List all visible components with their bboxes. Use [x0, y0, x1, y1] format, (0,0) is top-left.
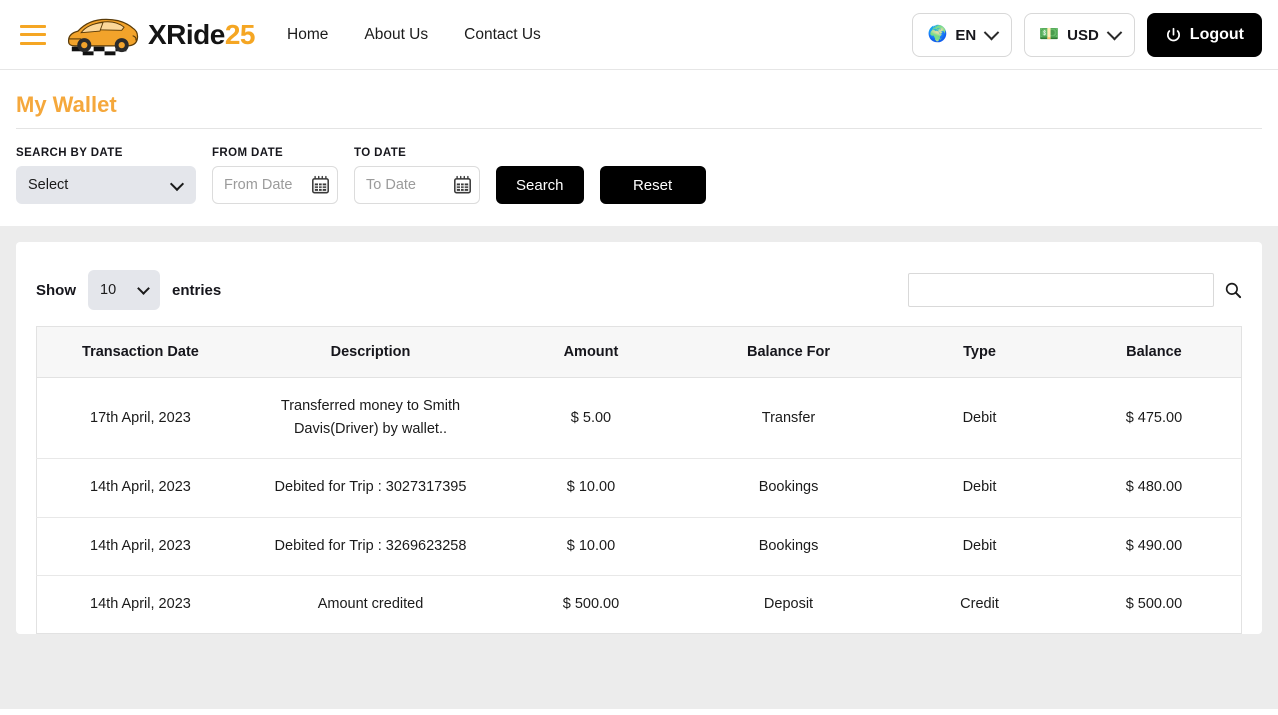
brand-name: XRide25: [148, 19, 255, 51]
cell-description: Transferred money to Smith Davis(Driver)…: [244, 378, 497, 459]
currency-selector[interactable]: 💵 USD: [1024, 13, 1135, 57]
page-length-group: Show 10 entries: [36, 270, 221, 310]
table-search-input[interactable]: [908, 273, 1214, 307]
from-date-label: FROM DATE: [212, 147, 338, 159]
nav-item-home[interactable]: Home: [287, 26, 328, 44]
table-row: 14th April, 2023 Debited for Trip : 3269…: [37, 517, 1242, 575]
to-date-group: TO DATE: [354, 147, 480, 204]
search-by-date-select[interactable]: Select: [16, 166, 196, 204]
logout-button[interactable]: Logout: [1147, 13, 1262, 57]
search-by-date-group: SEARCH BY DATE Select: [16, 147, 196, 204]
cell-amount: $ 5.00: [497, 378, 685, 459]
brand-name-part1: XRide: [148, 19, 225, 50]
cell-description: Amount credited: [244, 575, 497, 633]
brand-name-part2: 25: [225, 19, 255, 50]
table-search-group: [908, 273, 1242, 307]
cell-transaction-date: 17th April, 2023: [37, 378, 244, 459]
column-header-amount[interactable]: Amount: [497, 327, 685, 378]
cell-transaction-date: 14th April, 2023: [37, 575, 244, 633]
page-body: Show 10 entries Tran: [0, 226, 1278, 709]
page-length-select[interactable]: 10: [88, 270, 160, 310]
currency-label: USD: [1067, 27, 1099, 44]
power-icon: [1165, 27, 1182, 44]
cell-description: Debited for Trip : 3269623258: [244, 517, 497, 575]
nav-item-contact-us[interactable]: Contact Us: [464, 26, 541, 44]
cell-balance: $ 480.00: [1067, 459, 1242, 517]
cell-balance-for: Bookings: [685, 459, 892, 517]
banknote-icon: 💵: [1039, 27, 1059, 43]
table-toolbar: Show 10 entries: [36, 262, 1242, 326]
page-length-wrapper: 10: [88, 270, 160, 310]
cell-balance: $ 500.00: [1067, 575, 1242, 633]
cell-balance-for: Transfer: [685, 378, 892, 459]
cell-type: Debit: [892, 378, 1067, 459]
filters-section: My Wallet SEARCH BY DATE Select FROM DAT…: [0, 70, 1278, 226]
cell-amount: $ 500.00: [497, 575, 685, 633]
header-actions: 🌍 EN 💵 USD Logout: [912, 0, 1262, 70]
cell-balance-for: Deposit: [685, 575, 892, 633]
brand-logo-link[interactable]: XRide25: [64, 12, 255, 58]
cell-type: Credit: [892, 575, 1067, 633]
cell-transaction-date: 14th April, 2023: [37, 517, 244, 575]
nav-item-about-us[interactable]: About Us: [364, 26, 428, 44]
cell-description: Debited for Trip : 3027317395: [244, 459, 497, 517]
from-date-wrapper: [212, 166, 338, 204]
search-by-date-select-wrapper: Select: [16, 166, 196, 204]
top-navbar: XRide25 Home About Us Contact Us 🌍 EN 💵 …: [0, 0, 1278, 70]
table-row: 14th April, 2023 Amount credited $ 500.0…: [37, 575, 1242, 633]
chevron-down-icon: [1107, 24, 1123, 40]
to-date-wrapper: [354, 166, 480, 204]
hamburger-bar: [20, 42, 46, 45]
globe-icon: 🌍: [927, 27, 947, 43]
calendar-icon[interactable]: [453, 175, 472, 195]
to-date-label: TO DATE: [354, 147, 480, 159]
entries-label: entries: [172, 282, 221, 299]
column-header-balance[interactable]: Balance: [1067, 327, 1242, 378]
wallet-transactions-table: Transaction Date Description Amount Bala…: [36, 326, 1242, 634]
chevron-down-icon: [984, 24, 1000, 40]
table-header-row: Transaction Date Description Amount Bala…: [37, 327, 1242, 378]
hamburger-bar: [20, 25, 46, 28]
logout-label: Logout: [1190, 26, 1244, 44]
hamburger-bar: [20, 33, 46, 36]
reset-button[interactable]: Reset: [600, 166, 706, 204]
table-head: Transaction Date Description Amount Bala…: [37, 327, 1242, 378]
cell-amount: $ 10.00: [497, 517, 685, 575]
column-header-transaction-date[interactable]: Transaction Date: [37, 327, 244, 378]
cell-balance: $ 475.00: [1067, 378, 1242, 459]
from-date-group: FROM DATE: [212, 147, 338, 204]
calendar-icon[interactable]: [311, 175, 330, 195]
page-title: My Wallet: [16, 70, 1262, 128]
cell-type: Debit: [892, 517, 1067, 575]
column-header-balance-for[interactable]: Balance For: [685, 327, 892, 378]
language-label: EN: [955, 27, 976, 44]
table-body: 17th April, 2023 Transferred money to Sm…: [37, 378, 1242, 634]
search-button[interactable]: Search: [496, 166, 584, 204]
search-by-date-label: SEARCH BY DATE: [16, 147, 196, 159]
table-row: 14th April, 2023 Debited for Trip : 3027…: [37, 459, 1242, 517]
wallet-table-card: Show 10 entries Tran: [16, 242, 1262, 634]
car-logo-icon: [64, 12, 142, 58]
column-header-type[interactable]: Type: [892, 327, 1067, 378]
cell-transaction-date: 14th April, 2023: [37, 459, 244, 517]
table-row: 17th April, 2023 Transferred money to Sm…: [37, 378, 1242, 459]
hamburger-menu-icon[interactable]: [20, 25, 46, 45]
cell-amount: $ 10.00: [497, 459, 685, 517]
search-icon[interactable]: [1224, 281, 1242, 299]
cell-type: Debit: [892, 459, 1067, 517]
cell-balance: $ 490.00: [1067, 517, 1242, 575]
column-header-description[interactable]: Description: [244, 327, 497, 378]
filter-bar: SEARCH BY DATE Select FROM DATE: [16, 129, 1262, 226]
main-navigation: Home About Us Contact Us: [287, 26, 541, 44]
cell-balance-for: Bookings: [685, 517, 892, 575]
language-selector[interactable]: 🌍 EN: [912, 13, 1012, 57]
show-label: Show: [36, 282, 76, 299]
